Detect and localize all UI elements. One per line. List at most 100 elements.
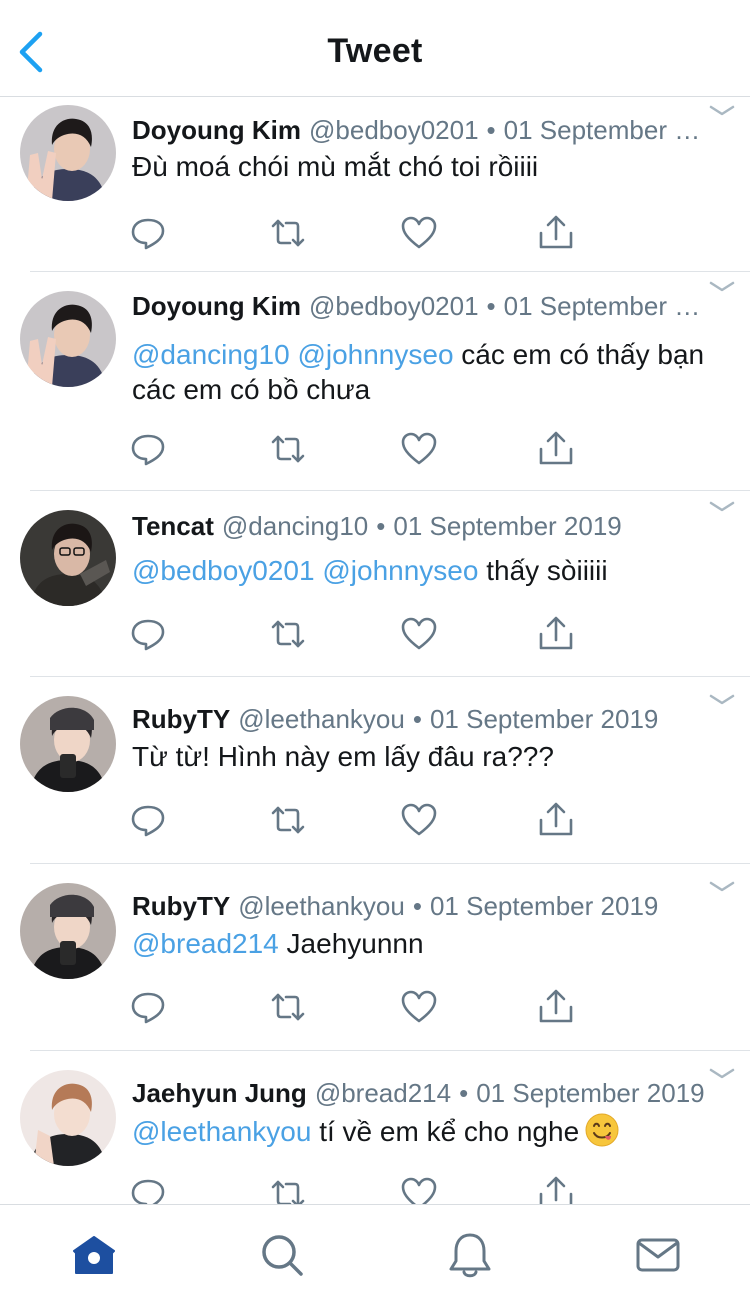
like-button[interactable]	[399, 800, 439, 840]
reply-button[interactable]	[128, 1174, 168, 1204]
avatar[interactable]	[20, 696, 116, 792]
tweet-actions	[128, 213, 588, 253]
display-name[interactable]: Doyoung Kim	[132, 291, 301, 321]
reply-button[interactable]	[128, 800, 168, 840]
chevron-down-icon	[708, 501, 736, 519]
mention-link[interactable]: @bedboy0201	[132, 555, 315, 586]
tweet-actions	[128, 800, 588, 840]
tweet-text-segment: Đù moá chói mù mắt chó toi rồiiii	[132, 151, 539, 182]
username-handle[interactable]: @leethankyou	[238, 704, 405, 734]
avatar[interactable]	[20, 105, 116, 201]
tweet-text-segment: Jaehyunnn	[278, 928, 424, 959]
tweet-options-button[interactable]	[708, 1066, 736, 1082]
mention-link[interactable]: @johnnyseo	[322, 555, 478, 586]
reply-button[interactable]	[128, 614, 168, 654]
tweet[interactable]: Tencat @dancing10 • 01 September 2019 @bedbo…	[0, 490, 750, 677]
avatar[interactable]	[20, 510, 116, 606]
retweet-button[interactable]	[268, 429, 308, 469]
tweet[interactable]: RubyTY @leethankyou • 01 September 2019 @bre…	[0, 863, 750, 1051]
username-handle[interactable]: @dancing10	[222, 511, 368, 541]
username-handle[interactable]: @bread214	[315, 1078, 451, 1108]
mention-link[interactable]: @johnnyseo	[297, 339, 453, 370]
display-name[interactable]: Doyoung Kim	[132, 115, 301, 145]
tab-home[interactable]	[68, 1229, 120, 1281]
avatar[interactable]	[20, 291, 116, 387]
tab-notifications[interactable]	[444, 1229, 496, 1281]
username-handle[interactable]: @bedboy0201	[309, 115, 479, 145]
display-name[interactable]: RubyTY	[132, 704, 230, 734]
heart-icon	[399, 429, 439, 469]
mention-link[interactable]: @dancing10	[132, 339, 290, 370]
tweet[interactable]: RubyTY @leethankyou • 01 September 2019 Từ t…	[0, 676, 750, 864]
tweet-options-button[interactable]	[708, 103, 736, 119]
retweet-button[interactable]	[268, 987, 308, 1027]
tweet-actions	[128, 614, 588, 654]
tweet-header: RubyTY @leethankyou • 01 September 2019	[132, 889, 712, 923]
like-button[interactable]	[399, 614, 439, 654]
tweet[interactable]: Doyoung Kim @bedboy0201 • 01 September 2… Đù…	[0, 97, 750, 272]
heart-icon	[399, 213, 439, 253]
tab-search[interactable]	[256, 1229, 308, 1281]
tweet-date: 01 September 2019	[476, 1078, 705, 1108]
share-icon	[536, 213, 576, 253]
retweet-button[interactable]	[268, 800, 308, 840]
share-button[interactable]	[536, 213, 576, 253]
username-handle[interactable]: @bedboy0201	[309, 291, 479, 321]
tweet-options-button[interactable]	[708, 279, 736, 295]
tweet-options-button[interactable]	[708, 692, 736, 708]
like-button[interactable]	[399, 213, 439, 253]
display-name[interactable]: Tencat	[132, 511, 214, 541]
display-name[interactable]: RubyTY	[132, 891, 230, 921]
chevron-down-icon	[708, 881, 736, 899]
share-icon	[536, 800, 576, 840]
retweet-button[interactable]	[268, 213, 308, 253]
reply-button[interactable]	[128, 987, 168, 1027]
tweet-date: 01 September 2019	[393, 511, 622, 541]
avatar[interactable]	[20, 883, 116, 979]
avatar[interactable]	[20, 1070, 116, 1166]
retweet-icon	[268, 614, 308, 654]
share-button[interactable]	[536, 429, 576, 469]
like-button[interactable]	[399, 1174, 439, 1204]
tweet-date: 01 September 2…	[503, 115, 712, 145]
page-title: Tweet	[327, 32, 423, 70]
display-name[interactable]: Jaehyun Jung	[132, 1078, 307, 1108]
like-button[interactable]	[399, 429, 439, 469]
home-icon	[73, 1236, 115, 1274]
retweet-icon	[268, 800, 308, 840]
share-button[interactable]	[536, 1174, 576, 1204]
reply-button[interactable]	[128, 429, 168, 469]
bottom-tab-bar	[0, 1204, 750, 1303]
tweet-header: Doyoung Kim @bedboy0201 • 01 September 2…	[132, 289, 712, 323]
tweet-options-button[interactable]	[708, 879, 736, 895]
share-button[interactable]	[536, 987, 576, 1027]
heart-icon	[399, 800, 439, 840]
tweet-text: Đù moá chói mù mắt chó toi rồiiii	[132, 149, 722, 184]
chevron-down-icon	[708, 105, 736, 123]
separator-dot: •	[486, 115, 496, 145]
share-button[interactable]	[536, 614, 576, 654]
tab-messages[interactable]	[632, 1229, 684, 1281]
share-icon	[536, 429, 576, 469]
chevron-down-icon	[708, 1068, 736, 1086]
tweet-options-button[interactable]	[708, 499, 736, 515]
retweet-button[interactable]	[268, 1174, 308, 1204]
reply-icon	[128, 800, 168, 840]
tweet-date: 01 September 2…	[503, 291, 712, 321]
tweet[interactable]: Doyoung Kim @bedboy0201 • 01 September 2… @d…	[0, 271, 750, 491]
like-button[interactable]	[399, 987, 439, 1027]
mention-link[interactable]: @leethankyou	[132, 1116, 311, 1147]
mention-link[interactable]: @bread214	[132, 928, 279, 959]
retweet-icon	[268, 213, 308, 253]
share-button[interactable]	[536, 800, 576, 840]
retweet-button[interactable]	[268, 614, 308, 654]
tweet-text: @bedboy0201 @johnnyseo thấy sòiiiii	[132, 553, 722, 588]
tweet[interactable]: Jaehyun Jung @bread214 • 01 September 2019 @…	[0, 1050, 750, 1204]
tweet-actions	[128, 1174, 588, 1204]
separator-dot: •	[486, 291, 496, 321]
username-handle[interactable]: @leethankyou	[238, 891, 405, 921]
tweet-text-segment: Từ từ! Hình này em lấy đâu ra???	[132, 741, 554, 772]
tweet-text-segment: tí về em kể cho nghe	[311, 1116, 580, 1147]
reply-button[interactable]	[128, 213, 168, 253]
tweet-feed[interactable]: Doyoung Kim @bedboy0201 • 01 September 2… Đù…	[0, 97, 750, 1204]
